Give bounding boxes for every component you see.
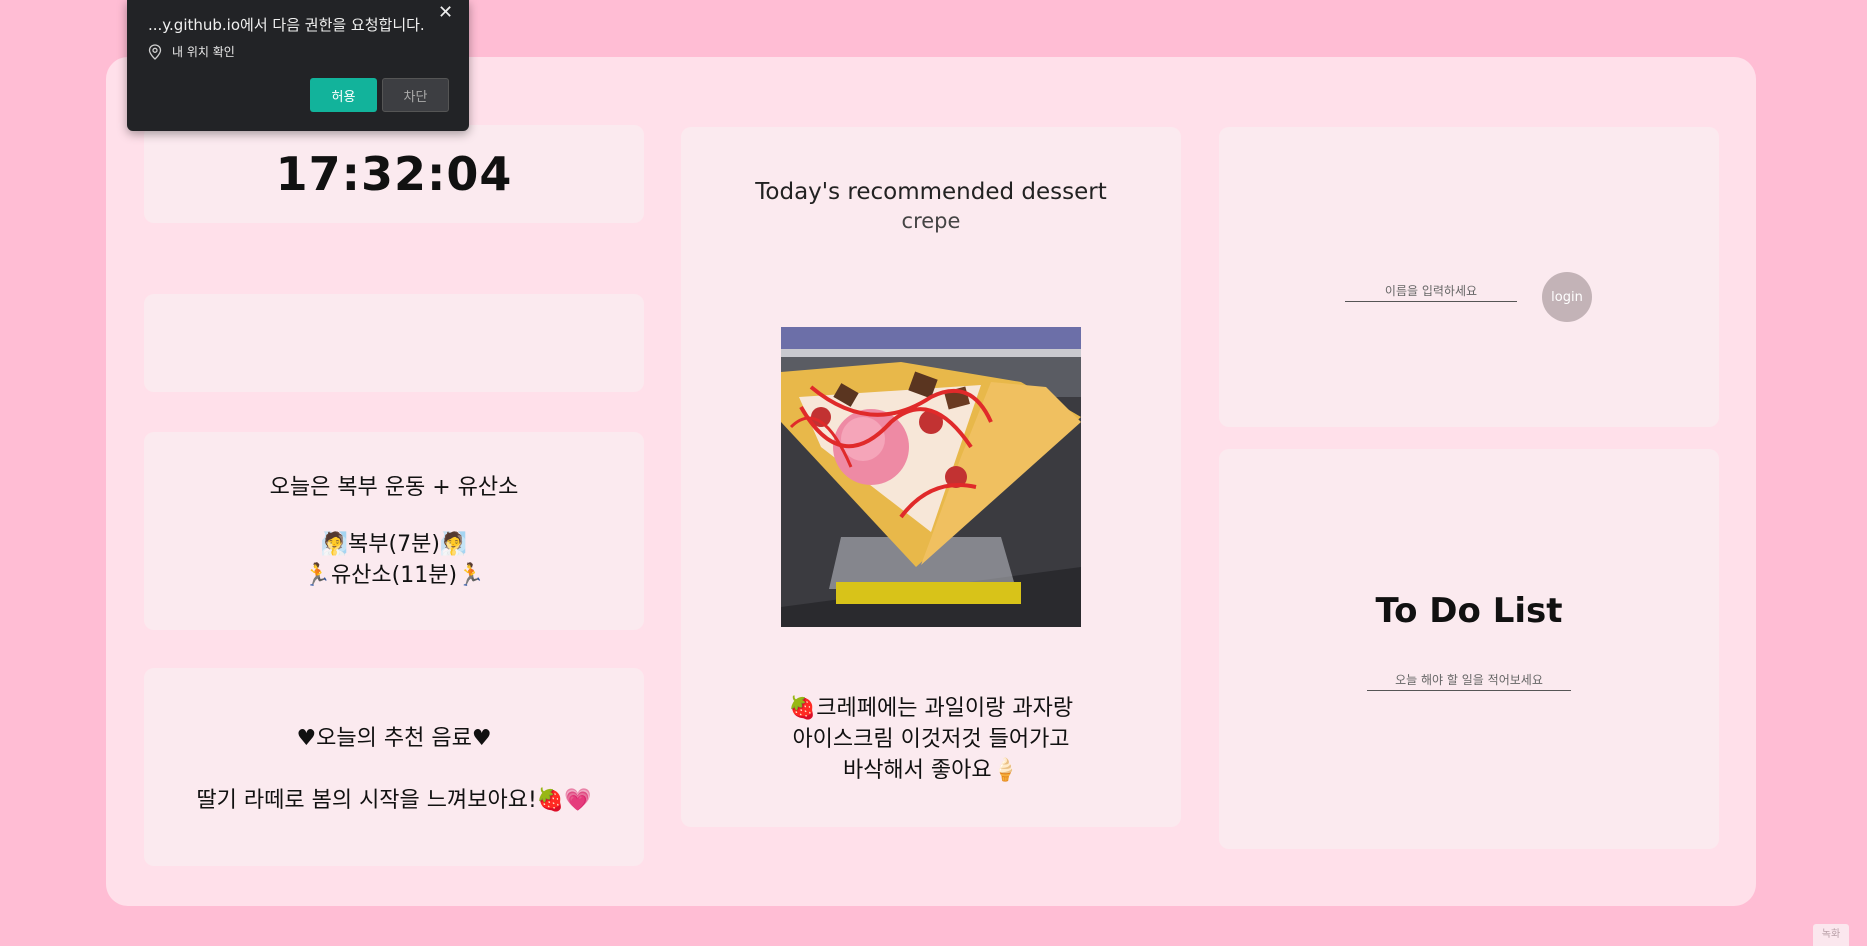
login-button[interactable]: login xyxy=(1542,272,1592,322)
allow-button[interactable]: 허용 xyxy=(310,78,377,112)
dessert-heading: Today's recommended dessert xyxy=(755,179,1107,205)
permission-item: 내 위치 확인 xyxy=(148,43,235,60)
workout-card: 오늘은 복부 운동 + 유산소 🧖복부(7분)🧖 🏃유산소(11분)🏃 xyxy=(144,432,644,630)
drink-card: ♥오늘의 추천 음료♥ 딸기 라떼로 봄의 시작을 느껴보아요!🍓💗 xyxy=(144,668,644,866)
dessert-description: 🍓크레페에는 과일이랑 과자랑 아이스크림 이것저것 들어가고 바삭해서 좋아요… xyxy=(681,693,1181,786)
name-input[interactable] xyxy=(1345,280,1517,302)
workout-item-abs: 🧖복부(7분)🧖 xyxy=(320,531,468,557)
clock-card: 17:32:04 xyxy=(144,125,644,223)
workout-title: 오늘은 복부 운동 + 유산소 xyxy=(269,474,519,500)
clock-time: 17:32:04 xyxy=(275,147,513,201)
weather-card xyxy=(144,294,644,392)
workout-item-cardio: 🏃유산소(11분)🏃 xyxy=(303,562,485,588)
dessert-card: Today's recommended dessert crepe 🍓크레페에는… xyxy=(681,127,1181,827)
todo-card: To Do List xyxy=(1219,449,1719,849)
permission-message: ...y.github.io에서 다음 권한을 요청합니다. xyxy=(148,16,425,34)
block-button[interactable]: 차단 xyxy=(382,78,449,112)
recording-badge: 녹화 xyxy=(1813,924,1849,946)
location-pin-icon xyxy=(148,43,162,60)
todo-input[interactable] xyxy=(1367,669,1571,691)
crepe-photo xyxy=(781,327,1081,627)
drink-text: 딸기 라떼로 봄의 시작을 느껴보아요!🍓💗 xyxy=(196,788,592,813)
permission-label: 내 위치 확인 xyxy=(172,45,235,59)
login-card: login xyxy=(1219,127,1719,427)
close-icon[interactable]: ✕ xyxy=(438,2,453,23)
drink-title: ♥오늘의 추천 음료♥ xyxy=(296,726,492,751)
dessert-description-line: 🍓크레페에는 과일이랑 과자랑 xyxy=(788,696,1074,721)
dessert-description-line: 아이스크림 이것저것 들어가고 xyxy=(792,727,1070,752)
dashboard-board: 17:32:04 오늘은 복부 운동 + 유산소 🧖복부(7분)🧖 🏃유산소(1… xyxy=(106,57,1756,906)
dessert-description-line: 바삭해서 좋아요🍦 xyxy=(842,758,1020,783)
todo-title: To Do List xyxy=(1375,591,1563,631)
dessert-name: crepe xyxy=(901,209,961,233)
location-permission-popup: ...y.github.io에서 다음 권한을 요청합니다. ✕ 내 위치 확인… xyxy=(127,0,469,131)
crepe-illustration xyxy=(781,327,1081,627)
